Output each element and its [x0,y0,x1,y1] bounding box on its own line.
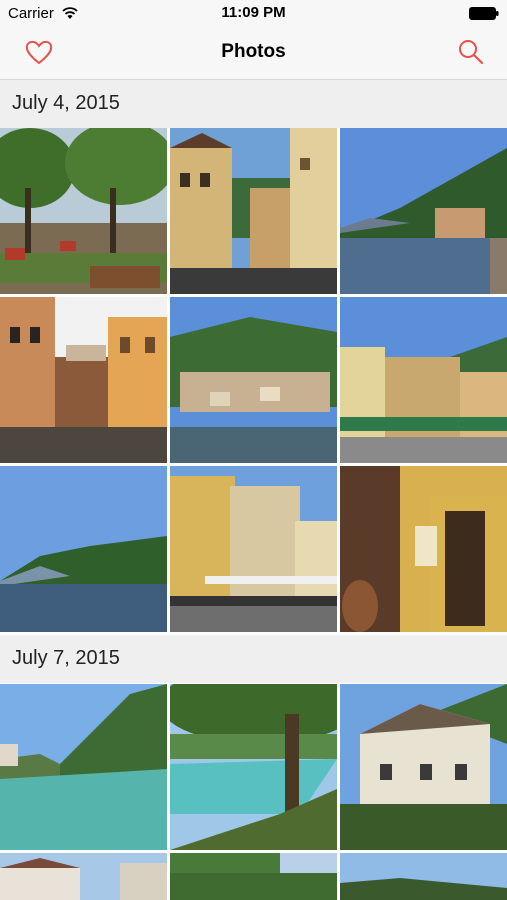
photo-thumbnail[interactable] [340,297,507,463]
status-bar: Carrier 11:09 PM [0,0,507,28]
photo-thumbnail[interactable] [0,853,167,900]
section-header: July 4, 2015 [0,80,507,128]
photo-thumbnail[interactable] [170,684,337,850]
photo-thumbnail[interactable] [170,128,337,294]
photo-thumbnail[interactable] [170,466,337,632]
status-time: 11:09 PM [221,4,286,21]
photo-thumbnail[interactable] [340,128,507,294]
photo-thumbnail[interactable] [0,466,167,632]
photo-thumbnail[interactable] [0,684,167,850]
photo-thumbnail[interactable] [0,297,167,463]
search-icon[interactable] [457,38,485,66]
page-title: Photos [221,41,286,62]
navigation-bar: Photos [0,28,507,80]
photo-thumbnail[interactable] [340,853,507,900]
section-header: July 7, 2015 [0,635,507,683]
photo-thumbnail[interactable] [0,128,167,294]
photo-thumbnail[interactable] [170,853,337,900]
section-date: July 4, 2015 [12,92,120,114]
photo-thumbnail[interactable] [340,684,507,850]
battery-icon [469,7,499,20]
photo-thumbnail[interactable] [170,297,337,463]
photo-thumbnail[interactable] [340,466,507,632]
section-date: July 7, 2015 [12,647,120,669]
